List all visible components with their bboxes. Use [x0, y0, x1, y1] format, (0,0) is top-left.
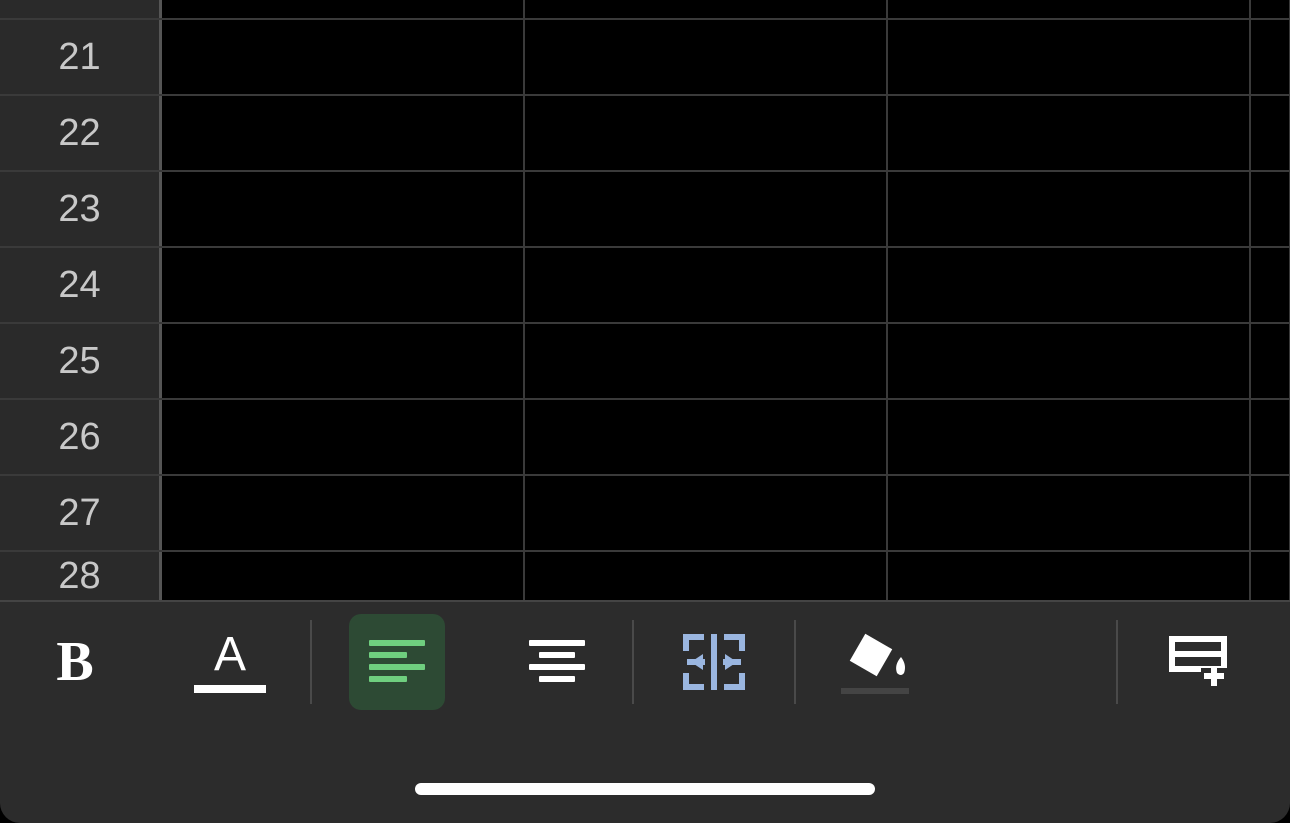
table-row[interactable]: 22 [0, 94, 1290, 170]
format-toolbar: B A [0, 600, 1290, 823]
table-row[interactable]: 21 [0, 18, 1290, 94]
cell[interactable] [162, 0, 525, 18]
row-header[interactable]: 28 [0, 552, 162, 600]
row-header[interactable]: 23 [0, 172, 162, 246]
row-header[interactable]: 24 [0, 248, 162, 322]
cell[interactable] [888, 20, 1251, 94]
bold-button[interactable]: B [0, 602, 150, 722]
cell[interactable] [162, 400, 525, 474]
freeze-panes-button[interactable] [1118, 602, 1278, 722]
row-header[interactable]: 25 [0, 324, 162, 398]
cell[interactable] [1251, 248, 1290, 322]
cell[interactable] [525, 96, 888, 170]
align-center-icon [529, 640, 585, 684]
cell[interactable] [888, 400, 1251, 474]
align-center-button[interactable] [482, 602, 632, 722]
table-row[interactable]: 26 [0, 398, 1290, 474]
cell[interactable] [1251, 20, 1290, 94]
cell[interactable] [162, 96, 525, 170]
cell[interactable] [888, 96, 1251, 170]
cell[interactable] [525, 20, 888, 94]
cell[interactable] [162, 248, 525, 322]
cell[interactable] [162, 324, 525, 398]
row-header[interactable]: 22 [0, 96, 162, 170]
toolbar-row: B A [0, 602, 1290, 722]
table-row[interactable] [0, 0, 1290, 18]
fill-color-button[interactable] [796, 602, 956, 722]
merge-cells-icon [683, 634, 745, 690]
cell[interactable] [162, 172, 525, 246]
cell[interactable] [525, 476, 888, 550]
cell[interactable] [1251, 96, 1290, 170]
text-color-button[interactable]: A [150, 602, 310, 722]
cell[interactable] [888, 172, 1251, 246]
cell[interactable] [525, 400, 888, 474]
row-header[interactable]: 26 [0, 400, 162, 474]
borders-button[interactable] [956, 602, 1116, 722]
freeze-panes-icon [1169, 636, 1227, 688]
cell[interactable] [162, 476, 525, 550]
align-left-icon [369, 640, 425, 684]
cell[interactable] [1251, 0, 1290, 18]
cell[interactable] [1251, 476, 1290, 550]
table-row[interactable]: 24 [0, 246, 1290, 322]
cell[interactable] [525, 248, 888, 322]
cell[interactable] [888, 476, 1251, 550]
bold-icon: B [56, 630, 93, 694]
home-indicator[interactable] [415, 783, 875, 795]
table-row[interactable]: 27 [0, 474, 1290, 550]
table-row[interactable]: 25 [0, 322, 1290, 398]
divider [794, 620, 796, 704]
cell[interactable] [1251, 552, 1290, 600]
table-row[interactable]: 23 [0, 170, 1290, 246]
cell[interactable] [888, 324, 1251, 398]
cell[interactable] [525, 0, 888, 18]
cell[interactable] [525, 324, 888, 398]
text-color-icon: A [194, 626, 266, 698]
cell[interactable] [1251, 172, 1290, 246]
cell[interactable] [1251, 324, 1290, 398]
spreadsheet-grid[interactable]: 21 22 23 24 25 26 27 [0, 0, 1290, 600]
merge-cells-button[interactable] [634, 602, 794, 722]
cell[interactable] [525, 552, 888, 600]
row-header[interactable] [0, 0, 162, 18]
cell[interactable] [888, 0, 1251, 18]
cell[interactable] [888, 248, 1251, 322]
row-header[interactable]: 27 [0, 476, 162, 550]
row-header[interactable]: 21 [0, 20, 162, 94]
align-left-button[interactable] [312, 602, 482, 722]
cell[interactable] [162, 552, 525, 600]
cell[interactable] [1251, 400, 1290, 474]
cell[interactable] [162, 20, 525, 94]
cell[interactable] [525, 172, 888, 246]
cell[interactable] [888, 552, 1251, 600]
fill-color-icon [841, 631, 911, 693]
table-row[interactable]: 28 [0, 550, 1290, 600]
